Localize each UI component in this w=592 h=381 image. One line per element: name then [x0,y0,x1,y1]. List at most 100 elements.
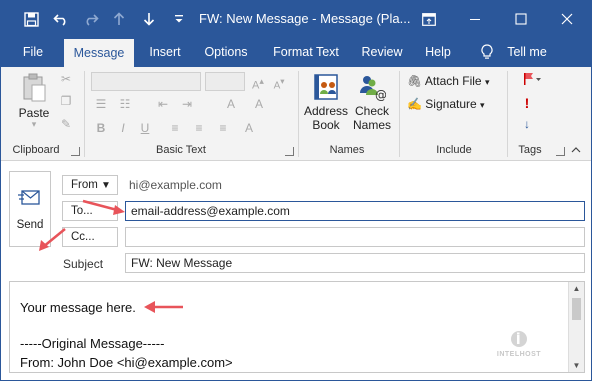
redo-icon[interactable] [77,1,105,37]
low-importance-icon[interactable]: ↓ [517,117,537,131]
address-book-icon [314,74,338,100]
tags-group-label: Tags [518,144,542,156]
subject-field[interactable]: FW: New Message [125,253,585,273]
tab-help[interactable]: Help [417,37,459,67]
vertical-scrollbar[interactable]: ▲ ▼ [568,282,584,372]
high-importance-icon[interactable]: ! [517,95,537,111]
cc-button[interactable]: Cc... [62,227,118,247]
cc-field[interactable] [125,227,585,247]
tab-options[interactable]: Options [198,37,254,67]
format-painter-icon[interactable]: ✎ [57,117,75,131]
maximize-icon[interactable] [501,1,541,37]
basic-text-group-label: Basic Text [156,144,206,156]
names-group-label: Names [329,144,365,156]
title-bar: FW: New Message - Message (Pla... [1,1,591,37]
check-names-label-2: Names [352,118,391,132]
tab-message[interactable]: Message [64,39,134,67]
check-names-button[interactable]: @ Check Names [351,73,393,132]
svg-text:@: @ [375,88,386,101]
clear-formatting-icon[interactable]: A [239,119,259,137]
scroll-up-icon[interactable]: ▲ [569,284,584,293]
subject-label: Subject [63,257,104,271]
window-title: FW: New Message - Message (Pla... [199,11,411,26]
tags-launcher-icon[interactable] [556,147,565,156]
flag-icon [524,73,541,85]
cut-icon[interactable]: ✂ [57,72,75,86]
scroll-down-icon[interactable]: ▼ [569,361,584,370]
collapse-ribbon-icon[interactable] [569,142,583,156]
signature-label: Signature [425,97,477,111]
ribbon-display-icon[interactable] [409,1,449,37]
up-arrow-icon[interactable] [105,1,133,37]
signature-button[interactable]: ✍ Signature ▾ [407,97,485,111]
outlook-compose-window: FW: New Message - Message (Pla... File M… [0,0,592,381]
grow-font-icon[interactable]: A▴ [248,72,268,92]
attach-file-label: Attach File [424,74,482,88]
shrink-font-icon[interactable]: A▾ [269,72,289,91]
message-body[interactable]: Your message here. -----Original Message… [9,281,585,373]
tab-review[interactable]: Review [354,37,410,67]
minimize-icon[interactable] [455,1,495,37]
check-names-label: Check [354,104,389,118]
to-field[interactable]: email-address@example.com [125,201,585,221]
include-group-label: Include [436,144,472,156]
align-right-icon[interactable]: ≡ [213,119,233,137]
message-line-2: -----Original Message----- [20,336,165,351]
watermark-logo: INTELHOST [488,330,550,358]
divider [298,71,299,157]
check-names-icon: @ [360,76,387,102]
watermark-icon [511,331,527,347]
chevron-down-icon: ▼ [101,180,111,191]
divider [399,71,400,157]
customize-icon[interactable] [165,1,193,37]
increase-indent-icon[interactable]: ⇥ [177,95,197,113]
follow-up-flag-button[interactable] [517,72,547,89]
paste-icon [23,73,46,102]
tab-tell-me[interactable]: Tell me [501,37,553,67]
message-line-1: Your message here. [20,300,136,315]
bold-icon[interactable]: B [91,119,111,137]
lightbulb-icon[interactable] [477,37,497,67]
underline-icon[interactable]: U [135,119,155,137]
attach-file-button[interactable]: 🖇 Attach File ▾ [407,74,489,88]
align-left-icon[interactable]: ≡ [165,119,185,137]
scroll-thumb[interactable] [572,298,581,320]
ribbon-tabs: File Message Insert Options Format Text … [1,37,591,67]
bullets-icon[interactable]: ☰ [91,95,111,113]
signature-icon: ✍ [407,97,422,111]
clipboard-launcher-icon[interactable] [71,147,80,156]
from-address: hi@example.com [129,178,222,192]
basic-text-launcher-icon[interactable] [285,147,294,156]
font-name-dropdown[interactable] [91,72,201,91]
close-icon[interactable] [547,1,587,37]
divider [84,71,85,157]
address-book-label: Address [303,104,349,118]
tab-file[interactable]: File [13,37,53,67]
annotation-arrow-to-field [82,199,125,215]
undo-icon[interactable] [47,1,75,37]
ribbon: Paste ▾ ✂ ❐ ✎ Clipboard A▴ A▾ ☰ ☷ ⇤ ⇥ A … [1,67,591,161]
align-center-icon[interactable]: ≡ [189,119,209,137]
italic-icon[interactable]: I [113,119,133,137]
paste-button[interactable]: Paste ▾ [13,73,55,135]
address-book-label-2: Book [312,118,340,132]
highlight-icon[interactable]: A [221,95,241,113]
save-icon[interactable] [17,1,45,37]
chevron-down-icon: ▾ [480,100,485,110]
numbering-icon[interactable]: ☷ [115,95,135,113]
message-line-3: From: John Doe <hi@example.com> [20,355,233,370]
chevron-down-icon: ▾ [484,77,490,87]
from-label: From [71,179,98,191]
font-color-icon[interactable]: A [249,95,269,113]
decrease-indent-icon[interactable]: ⇤ [153,95,173,113]
annotation-arrow-message [144,301,183,313]
tab-format-text[interactable]: Format Text [265,37,347,67]
tab-insert[interactable]: Insert [141,37,189,67]
copy-icon[interactable]: ❐ [57,94,75,108]
paperclip-icon: 🖇 [407,74,423,88]
address-book-button[interactable]: Address Book [303,73,349,132]
down-arrow-icon[interactable] [135,1,163,37]
font-size-dropdown[interactable] [205,72,245,91]
send-icon [18,190,40,205]
from-button[interactable]: From ▼ [62,175,118,195]
